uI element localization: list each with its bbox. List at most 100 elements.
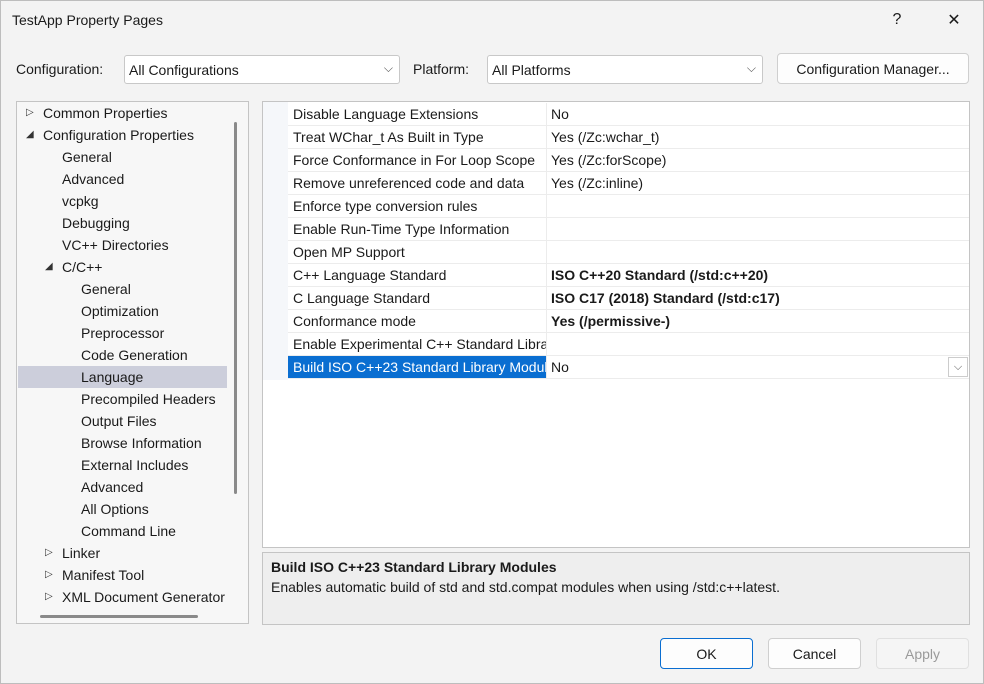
property-name: Disable Language Extensions bbox=[288, 103, 547, 125]
tree-item[interactable]: ▷ XML Document Generator bbox=[18, 586, 227, 608]
tree-item[interactable]: General bbox=[18, 278, 227, 300]
tree-item[interactable]: Advanced bbox=[18, 476, 227, 498]
property-value[interactable]: No bbox=[548, 356, 569, 378]
property-name: Remove unreferenced code and data bbox=[288, 172, 547, 194]
tree-item-label: Browse Information bbox=[81, 435, 202, 451]
property-tree: ▷ Common Properties ◢ Configuration Propert… bbox=[16, 101, 249, 624]
tree-item[interactable]: Command Line bbox=[18, 520, 227, 542]
configuration-select[interactable]: All Configurations ⌵ bbox=[124, 55, 400, 84]
apply-button[interactable]: Apply bbox=[876, 638, 969, 669]
property-row[interactable]: Disable Language Extensions No bbox=[288, 103, 969, 126]
tree-item[interactable]: Precompiled Headers bbox=[18, 388, 227, 410]
description-title: Build ISO C++23 Standard Library Modules bbox=[271, 559, 557, 575]
collapsed-arrow-icon[interactable]: ▷ bbox=[45, 542, 53, 564]
tree-item-label: Preprocessor bbox=[81, 325, 165, 341]
tree-item-label: Common Properties bbox=[43, 105, 168, 121]
tree-item-label: Code Generation bbox=[81, 347, 188, 363]
tree-item[interactable]: Debugging bbox=[18, 212, 227, 234]
property-value[interactable]: ISO C17 (2018) Standard (/std:c17) bbox=[548, 287, 780, 309]
expanded-arrow-icon[interactable]: ◢ bbox=[45, 256, 53, 278]
tree-item[interactable]: General bbox=[18, 146, 227, 168]
tree-item[interactable]: Output Files bbox=[18, 410, 227, 432]
grid-gutter bbox=[263, 102, 288, 380]
tree-item[interactable]: Advanced bbox=[18, 168, 227, 190]
tree-item[interactable]: External Includes bbox=[18, 454, 227, 476]
collapsed-arrow-icon[interactable]: ▷ bbox=[45, 586, 53, 608]
configuration-label: Configuration: bbox=[16, 61, 104, 77]
close-button[interactable]: ✕ bbox=[932, 5, 976, 35]
property-row[interactable]: C++ Language Standard ISO C++20 Standard … bbox=[288, 264, 969, 287]
platform-label: Platform: bbox=[413, 61, 470, 77]
property-row[interactable]: Build ISO C++23 Standard Library Modules… bbox=[288, 356, 969, 379]
property-name: Conformance mode bbox=[288, 310, 547, 332]
tree-item[interactable]: All Options bbox=[18, 498, 227, 520]
property-row[interactable]: Enforce type conversion rules bbox=[288, 195, 969, 218]
tree-item-label: All Options bbox=[81, 501, 149, 517]
property-value[interactable]: Yes (/permissive-) bbox=[548, 310, 670, 332]
tree-item-label: vcpkg bbox=[62, 193, 99, 209]
tree-item[interactable]: vcpkg bbox=[18, 190, 227, 212]
tree-item-label: Precompiled Headers bbox=[81, 391, 216, 407]
tree-item[interactable]: ▷ Manifest Tool bbox=[18, 564, 227, 586]
tree-item[interactable]: Language bbox=[18, 366, 227, 388]
property-row[interactable]: Treat WChar_t As Built in Type Yes (/Zc:w… bbox=[288, 126, 969, 149]
tree-item[interactable]: VC++ Directories bbox=[18, 234, 227, 256]
tree-item-label: General bbox=[81, 281, 131, 297]
tree-vertical-scrollbar[interactable] bbox=[234, 122, 237, 494]
tree-item-label: External Includes bbox=[81, 457, 189, 473]
description-panel: Build ISO C++23 Standard Library Modules… bbox=[262, 552, 970, 625]
platform-select[interactable]: All Platforms ⌵ bbox=[487, 55, 763, 84]
window-title: TestApp Property Pages bbox=[12, 12, 163, 28]
property-row[interactable]: Conformance mode Yes (/permissive-) bbox=[288, 310, 969, 333]
property-name: Build ISO C++23 Standard Library Modules bbox=[288, 356, 547, 378]
tree-item-label: Language bbox=[81, 369, 144, 385]
tree-horizontal-scrollbar[interactable] bbox=[40, 615, 198, 618]
tree-item[interactable]: ◢ C/C++ bbox=[18, 256, 227, 278]
chevron-down-icon: ⌵ bbox=[746, 61, 756, 75]
ok-button[interactable]: OK bbox=[660, 638, 753, 669]
property-grid: Disable Language Extensions No Treat WChar… bbox=[262, 101, 970, 548]
chevron-down-icon: ⌵ bbox=[383, 61, 393, 75]
tree-item-label: Configuration Properties bbox=[43, 127, 194, 143]
tree-item-label: C/C++ bbox=[62, 259, 103, 275]
tree-item-label: Optimization bbox=[81, 303, 159, 319]
tree-item[interactable]: Optimization bbox=[18, 300, 227, 322]
tree-item[interactable]: ▷ Linker bbox=[18, 542, 227, 564]
tree-item-label: Linker bbox=[62, 545, 101, 561]
property-name: C Language Standard bbox=[288, 287, 547, 309]
property-name: Enable Run-Time Type Information bbox=[288, 218, 547, 240]
property-row[interactable]: C Language Standard ISO C17 (2018) Standa… bbox=[288, 287, 969, 310]
expanded-arrow-icon[interactable]: ◢ bbox=[26, 124, 34, 146]
property-name: Force Conformance in For Loop Scope bbox=[288, 149, 547, 171]
property-value[interactable]: Yes (/Zc:inline) bbox=[548, 172, 643, 194]
tree-item-label: Command Line bbox=[81, 523, 176, 539]
chevron-down-icon[interactable]: ⌵ bbox=[948, 357, 968, 377]
property-name: Treat WChar_t As Built in Type bbox=[288, 126, 547, 148]
collapsed-arrow-icon[interactable]: ▷ bbox=[45, 564, 53, 586]
tree-item[interactable]: Code Generation bbox=[18, 344, 227, 366]
property-row[interactable]: Open MP Support bbox=[288, 241, 969, 264]
property-value[interactable]: No bbox=[548, 103, 569, 125]
property-value[interactable]: Yes (/Zc:forScope) bbox=[548, 149, 666, 171]
property-value[interactable]: Yes (/Zc:wchar_t) bbox=[548, 126, 659, 148]
tree-item-label: VC++ Directories bbox=[62, 237, 169, 253]
collapsed-arrow-icon[interactable]: ▷ bbox=[26, 102, 34, 124]
property-row[interactable]: Enable Experimental C++ Standard Library… bbox=[288, 333, 969, 356]
property-row[interactable]: Remove unreferenced code and data Yes (/Z… bbox=[288, 172, 969, 195]
property-name: Enable Experimental C++ Standard Library… bbox=[288, 333, 547, 355]
tree-item[interactable]: ▷ Common Properties bbox=[18, 102, 227, 124]
cancel-button[interactable]: Cancel bbox=[768, 638, 861, 669]
tree-item[interactable]: ◢ Configuration Properties bbox=[18, 124, 227, 146]
tree-item[interactable]: Browse Information bbox=[18, 432, 227, 454]
property-row[interactable]: Force Conformance in For Loop Scope Yes (… bbox=[288, 149, 969, 172]
help-button[interactable]: ? bbox=[875, 5, 919, 35]
tree-item-label: Manifest Tool bbox=[62, 567, 145, 583]
property-value[interactable]: ISO C++20 Standard (/std:c++20) bbox=[548, 264, 768, 286]
platform-value: All Platforms bbox=[492, 62, 571, 78]
tree-item-label: Debugging bbox=[62, 215, 130, 231]
tree-item-label: XML Document Generator bbox=[62, 589, 225, 605]
tree-item-label: Advanced bbox=[62, 171, 125, 187]
configuration-manager-button[interactable]: Configuration Manager... bbox=[777, 53, 969, 84]
tree-item[interactable]: Preprocessor bbox=[18, 322, 227, 344]
property-row[interactable]: Enable Run-Time Type Information bbox=[288, 218, 969, 241]
